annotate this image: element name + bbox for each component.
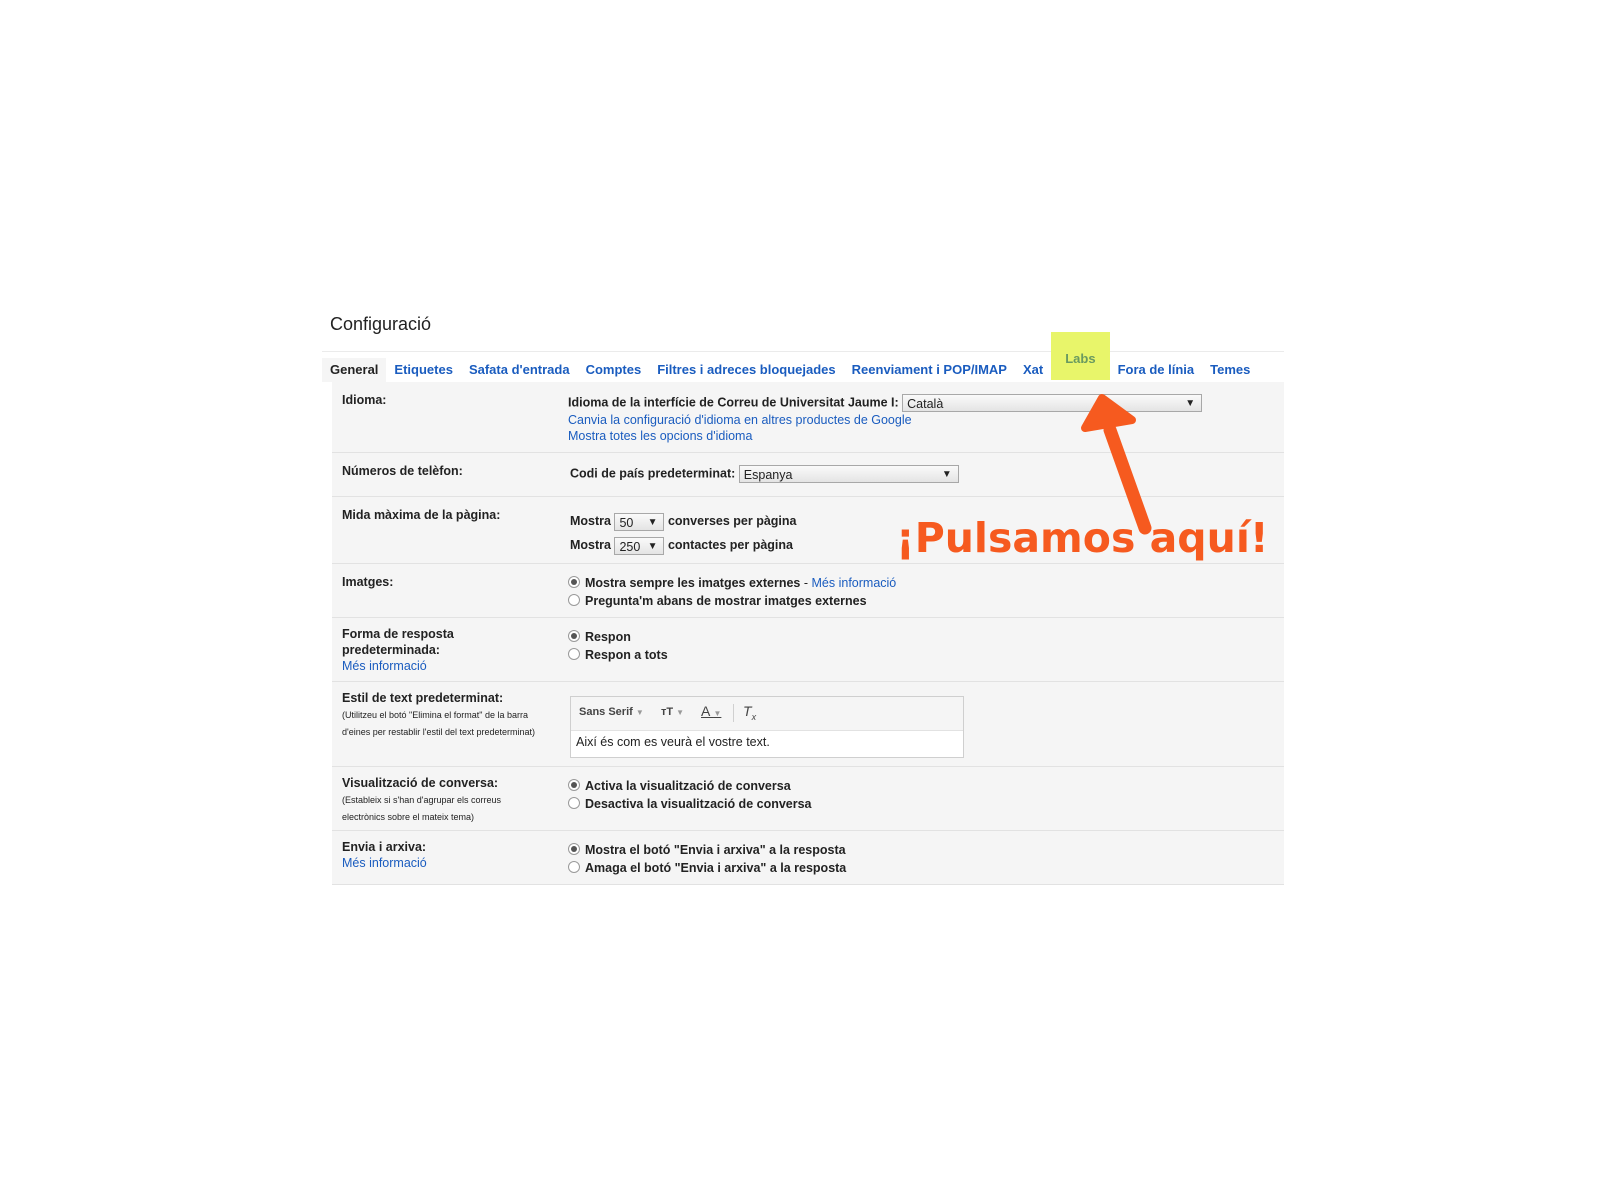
- language-link-google[interactable]: Canvia la configuració d'idioma en altre…: [568, 413, 912, 427]
- language-row: Idioma: Idioma de la interfície de Corre…: [332, 382, 1284, 453]
- text-style-label: Estil de text predeterminat:: [342, 691, 504, 705]
- dropdown-arrow-icon: ▼: [647, 540, 658, 552]
- interface-language-label: Idioma de la interfície de Correu de Uni…: [568, 395, 899, 410]
- images-setting: Mostra sempre les imatges externes - Més…: [568, 574, 896, 610]
- reply-label-block: Forma de resposta predeterminada: Més in…: [342, 626, 492, 674]
- images-label: Imatges:: [342, 575, 394, 589]
- tab-themes[interactable]: Temes: [1202, 358, 1258, 382]
- images-separator: -: [800, 576, 812, 590]
- dropdown-arrow-icon: ▼: [647, 516, 658, 528]
- send-archive-hide-label: Amaga el botó "Envia i arxiva" a la resp…: [585, 861, 847, 875]
- conversation-setting: Activa la visualització de conversa Desa…: [568, 777, 812, 813]
- page-size-setting: Mostra 50 ▼ converses per pàgina Mostra …: [570, 509, 796, 557]
- show-label: Mostra: [570, 514, 611, 528]
- tab-filters[interactable]: Filtres i adreces bloquejades: [649, 358, 843, 382]
- conversations-per-page-select[interactable]: 50 ▼: [614, 512, 665, 531]
- contacts-per-page-select[interactable]: 250 ▼: [614, 536, 665, 555]
- divider: [322, 351, 1284, 352]
- tab-forwarding[interactable]: Reenviament i POP/IMAP: [844, 358, 1015, 382]
- send-archive-more-info-link[interactable]: Més informació: [342, 856, 427, 870]
- phone-setting: Codi de país predeterminat: Espanya ▼: [570, 465, 959, 483]
- text-style-row: Estil de text predeterminat: (Utilitzeu …: [332, 682, 1284, 767]
- conversation-off-label: Desactiva la visualització de conversa: [585, 797, 812, 811]
- page-title: Configuració: [330, 314, 432, 334]
- conversations-per-page-value: 50: [619, 515, 634, 530]
- reply-setting: Respon Respon a tots: [568, 628, 668, 664]
- language-select[interactable]: Català ▼: [902, 394, 1203, 412]
- reply-option-label: Respon: [585, 630, 631, 644]
- editor-toolbar: Sans Serif ▼ тT ▼ A ▼ Tx: [571, 697, 963, 731]
- reply-row: Forma de resposta predeterminada: Més in…: [332, 618, 1284, 682]
- conversation-on-label: Activa la visualització de conversa: [585, 779, 791, 793]
- show-label: Mostra: [570, 538, 611, 552]
- reply-radio[interactable]: [568, 630, 580, 642]
- editor-preview-text[interactable]: Així és com es veurà el vostre text.: [571, 731, 963, 753]
- font-family-select[interactable]: Sans Serif ▼: [579, 706, 644, 718]
- images-ask-radio[interactable]: [568, 594, 580, 606]
- tab-chat[interactable]: Xat: [1015, 358, 1051, 382]
- conversation-on-radio[interactable]: [568, 779, 580, 791]
- conversation-row: Visualització de conversa: (Estableix si…: [332, 767, 1284, 831]
- send-archive-hide-radio[interactable]: [568, 861, 580, 873]
- reply-all-radio[interactable]: [568, 648, 580, 660]
- send-archive-show-label: Mostra el botó "Envia i arxiva" a la res…: [585, 843, 846, 857]
- dropdown-arrow-icon: ▼: [1185, 398, 1196, 409]
- language-label: Idioma:: [342, 393, 387, 407]
- tab-offline[interactable]: Fora de línia: [1110, 358, 1203, 382]
- language-setting: Idioma de la interfície de Correu de Uni…: [568, 394, 1203, 444]
- contacts-suffix: contactes per pàgina: [667, 538, 793, 552]
- page-size-label: Mida màxima de la pàgina:: [342, 508, 501, 522]
- reply-all-option-label: Respon a tots: [585, 648, 668, 662]
- send-archive-row: Envia i arxiva: Més informació Mostra el…: [332, 831, 1284, 885]
- text-style-label-block: Estil de text predeterminat: (Utilitzeu …: [342, 690, 552, 740]
- conversation-label: Visualització de conversa:: [342, 776, 499, 790]
- text-style-note: (Utilitzeu el botó "Elimina el format" d…: [342, 710, 536, 737]
- images-row: Imatges: Mostra sempre les imatges exter…: [332, 564, 1284, 618]
- country-select[interactable]: Espanya ▼: [738, 465, 959, 483]
- reply-label: Forma de resposta predeterminada:: [342, 627, 454, 657]
- images-always-label: Mostra sempre les imatges externes: [585, 576, 801, 590]
- tab-accounts[interactable]: Comptes: [578, 358, 650, 382]
- font-family-value: Sans Serif: [579, 706, 633, 718]
- callout-text: ¡Pulsamos aquí!: [896, 514, 1269, 562]
- country-select-value: Espanya: [743, 468, 793, 482]
- phone-row: Números de telèfon: Codi de país predete…: [332, 453, 1284, 497]
- text-size-icon[interactable]: тT ▼: [661, 706, 684, 718]
- tab-labels[interactable]: Etiquetes: [386, 358, 461, 382]
- text-color-icon[interactable]: A ▼: [701, 703, 721, 719]
- tab-inbox[interactable]: Safata d'entrada: [461, 358, 578, 382]
- send-archive-show-radio[interactable]: [568, 843, 580, 855]
- contacts-per-page-value: 250: [619, 539, 641, 554]
- conversation-label-block: Visualització de conversa: (Estableix si…: [342, 775, 532, 825]
- country-code-label: Codi de país predeterminat:: [570, 466, 736, 481]
- language-link-all[interactable]: Mostra totes les opcions d'idioma: [568, 429, 752, 443]
- send-archive-setting: Mostra el botó "Envia i arxiva" a la res…: [568, 841, 846, 877]
- chevron-down-icon: ▼: [635, 708, 644, 717]
- dropdown-arrow-icon: ▼: [941, 469, 952, 480]
- send-archive-label: Envia i arxiva:: [342, 840, 427, 854]
- remove-format-icon[interactable]: Tx: [743, 703, 756, 722]
- conversations-suffix: converses per pàgina: [667, 514, 797, 528]
- text-style-editor: Sans Serif ▼ тT ▼ A ▼ Tx Així és com es …: [570, 696, 964, 758]
- settings-tabs: General Etiquetes Safata d'entrada Compt…: [322, 332, 1284, 382]
- tab-general[interactable]: General: [322, 358, 387, 382]
- send-archive-label-block: Envia i arxiva: Més informació: [342, 839, 427, 871]
- conversation-note: (Estableix si s'han d'agrupar els correu…: [342, 795, 502, 822]
- images-always-radio[interactable]: [568, 576, 580, 588]
- images-ask-label: Pregunta'm abans de mostrar imatges exte…: [585, 594, 867, 608]
- phone-label: Números de telèfon:: [342, 464, 463, 478]
- reply-more-info-link[interactable]: Més informació: [342, 659, 427, 673]
- conversation-off-radio[interactable]: [568, 797, 580, 809]
- settings-panel: Idioma: Idioma de la interfície de Corre…: [332, 382, 1284, 885]
- tab-labs[interactable]: Labs: [1051, 332, 1110, 380]
- language-select-value: Català: [907, 397, 944, 411]
- images-more-info-link[interactable]: Més informació: [812, 576, 897, 590]
